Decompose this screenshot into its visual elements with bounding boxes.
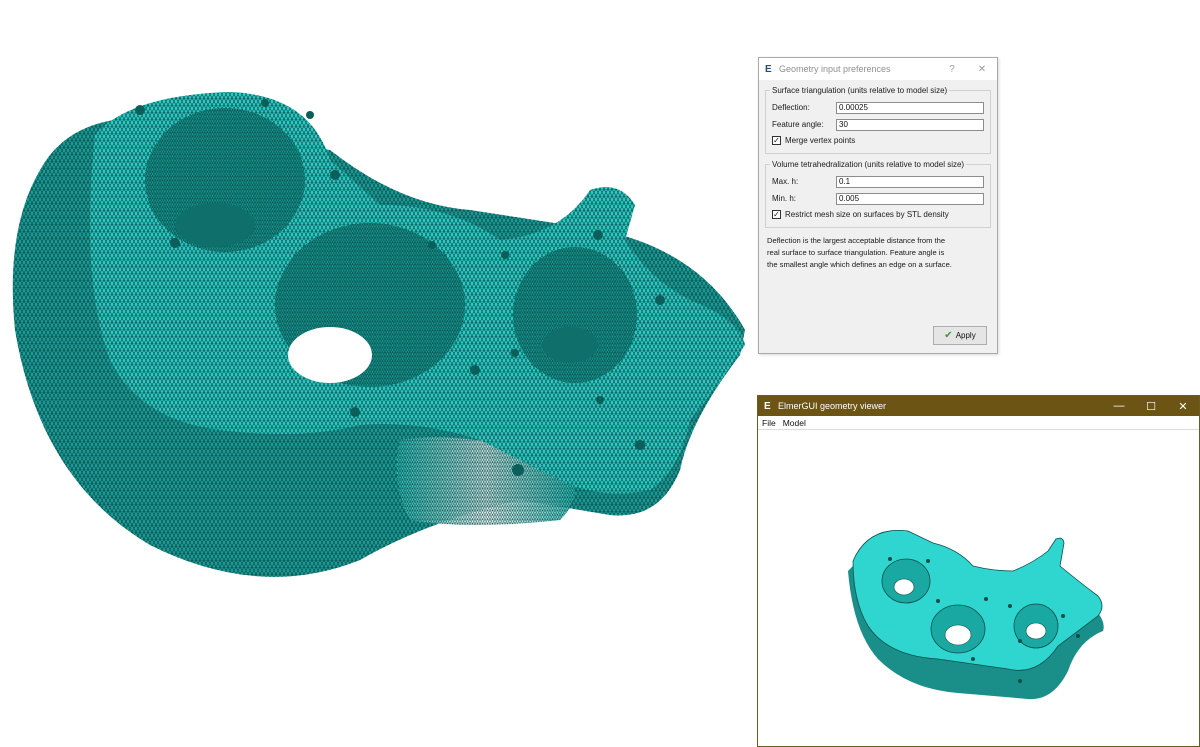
restrict-mesh-size-label: Restrict mesh size on surfaces by STL de…: [785, 210, 949, 219]
mesh-render-view[interactable]: [0, 0, 760, 600]
elmer-app-icon: E: [764, 400, 771, 412]
feature-angle-row: Feature angle:: [772, 116, 984, 133]
mesh-through-hole: [288, 327, 372, 383]
maximize-icon[interactable]: ☐: [1135, 400, 1167, 413]
apply-label: Apply: [955, 331, 976, 340]
help-text: Deflection is the largest acceptable dis…: [767, 235, 989, 271]
max-h-row: Max. h:: [772, 173, 984, 190]
menu-file[interactable]: File: [762, 418, 776, 428]
dialog-title: Geometry input preferences: [779, 64, 891, 74]
help-text-line: the smallest angle which defines an edge…: [767, 260, 952, 269]
volume-tetrahedralization-legend: Volume tetrahedralization (units relativ…: [772, 160, 965, 169]
help-text-line: Deflection is the largest acceptable dis…: [767, 236, 946, 245]
restrict-mesh-size-checkbox[interactable]: ✓ Restrict mesh size on surfaces by STL …: [772, 207, 984, 222]
merge-vertex-points-label: Merge vertex points: [785, 136, 856, 145]
geometry-viewer-window: E ElmerGUI geometry viewer — ☐ ✕ File Mo…: [757, 395, 1200, 747]
desktop: E Geometry input preferences ? ✕ Surface…: [0, 0, 1200, 747]
min-h-input[interactable]: [836, 192, 984, 205]
help-button[interactable]: ?: [937, 64, 967, 75]
close-icon[interactable]: ✕: [967, 64, 997, 75]
help-text-line: real surface to surface triangulation. F…: [767, 248, 945, 257]
surface-triangulation-legend: Surface triangulation (units relative to…: [772, 86, 948, 95]
deflection-label: Deflection:: [772, 103, 810, 112]
min-h-row: Min. h:: [772, 190, 984, 207]
checkmark-icon: ✓: [772, 210, 781, 219]
min-h-label: Min. h:: [772, 194, 797, 203]
menu-model[interactable]: Model: [783, 418, 806, 428]
checkmark-icon: ✔: [944, 330, 953, 341]
close-icon[interactable]: ✕: [1167, 400, 1199, 413]
surface-triangulation-group: Surface triangulation (units relative to…: [765, 86, 991, 154]
deflection-row: Deflection:: [772, 99, 984, 116]
feature-angle-input[interactable]: [836, 118, 984, 131]
feature-angle-label: Feature angle:: [772, 120, 824, 129]
viewer-titlebar[interactable]: E ElmerGUI geometry viewer — ☐ ✕: [758, 396, 1199, 416]
checkmark-icon: ✓: [772, 136, 781, 145]
deflection-input[interactable]: [836, 101, 984, 114]
volume-tetrahedralization-group: Volume tetrahedralization (units relativ…: [765, 160, 991, 228]
merge-vertex-points-checkbox[interactable]: ✓ Merge vertex points: [772, 133, 984, 148]
viewer-3d-canvas[interactable]: [758, 431, 1199, 746]
viewer-title: ElmerGUI geometry viewer: [778, 401, 887, 411]
viewer-menubar: File Model: [758, 416, 1199, 430]
apply-button[interactable]: ✔ Apply: [933, 326, 987, 345]
elmer-app-icon: E: [765, 63, 772, 75]
geometry-input-preferences-dialog: E Geometry input preferences ? ✕ Surface…: [758, 57, 998, 354]
max-h-label: Max. h:: [772, 177, 799, 186]
minimize-icon[interactable]: —: [1103, 400, 1135, 412]
dialog-titlebar[interactable]: E Geometry input preferences ? ✕: [759, 58, 997, 80]
max-h-input[interactable]: [836, 175, 984, 188]
